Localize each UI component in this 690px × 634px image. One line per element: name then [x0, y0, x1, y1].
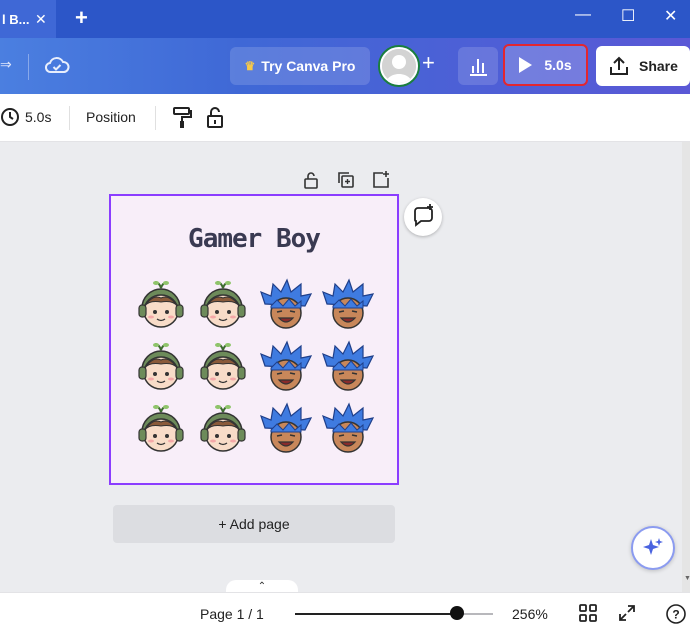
upload-icon: [610, 56, 628, 75]
share-button[interactable]: Share: [596, 46, 690, 86]
add-comment-button[interactable]: [404, 198, 442, 236]
magic-assistant-button[interactable]: [631, 526, 675, 570]
page-lock-icon[interactable]: [301, 170, 321, 195]
help-glyph: ?: [672, 608, 679, 622]
try-canva-pro-button[interactable]: ♛ Try Canva Pro: [230, 47, 370, 85]
add-page-icon[interactable]: [371, 170, 391, 195]
minimize-button[interactable]: —: [575, 6, 591, 24]
green-sprout-boy-crying-sticker[interactable]: [195, 340, 251, 396]
green-sprout-boy-bow-sticker[interactable]: [195, 402, 251, 458]
avatar[interactable]: [380, 47, 418, 85]
blue-hair-boy-purple-hat-sticker[interactable]: [257, 278, 313, 334]
play-preview-button[interactable]: 5.0s: [503, 44, 588, 86]
green-sprout-boy-heart-eyes-sticker[interactable]: [133, 340, 189, 396]
green-sprout-boy-surprised-sticker[interactable]: [133, 402, 189, 458]
zoom-slider-fill: [295, 613, 458, 615]
blue-hair-boy-hearts-sticker[interactable]: [257, 402, 313, 458]
fullscreen-icon[interactable]: [617, 603, 637, 628]
play-duration-label: 5.0s: [544, 57, 572, 73]
tab-close-icon[interactable]: ✕: [35, 11, 47, 28]
zoom-slider-thumb[interactable]: [450, 606, 465, 620]
blue-hair-boy-sparkle-sticker[interactable]: [257, 340, 313, 396]
browser-title-bar: l B... ✕ + — ☐ ✕: [0, 0, 690, 38]
context-divider: [155, 106, 156, 130]
add-page-button[interactable]: + Add page: [113, 505, 395, 543]
redo-arrow-icon[interactable]: ⇒: [0, 56, 12, 73]
tab-title: l B...: [2, 11, 30, 27]
collapse-notes-button[interactable]: ⌃: [226, 580, 298, 592]
insights-button[interactable]: [458, 47, 498, 85]
blue-hair-boy-grinning-sticker[interactable]: [319, 402, 375, 458]
context-toolbar: 5.0s Position: [0, 94, 690, 142]
zoom-value[interactable]: 256%: [512, 606, 548, 622]
sticker-grid: [133, 278, 381, 464]
design-title[interactable]: Gamer Boy: [111, 224, 397, 254]
help-icon[interactable]: ?: [665, 603, 687, 630]
maximize-button[interactable]: ☐: [621, 6, 635, 26]
bar-chart-icon: [470, 59, 487, 76]
editor-toolbar: ⇒ ♛ Try Canva Pro + 5.0s Share: [0, 38, 690, 94]
blue-hair-boy-laughing-sticker[interactable]: [319, 340, 375, 396]
new-tab-button[interactable]: +: [75, 5, 88, 31]
paint-roller-icon[interactable]: [172, 106, 192, 133]
toolbar-divider: [28, 54, 29, 80]
clock-icon[interactable]: [0, 107, 20, 130]
comment-icon: [414, 204, 433, 227]
green-sprout-boy-smiling-sticker[interactable]: [195, 278, 251, 334]
context-divider: [69, 106, 70, 130]
cloud-saved-icon[interactable]: [44, 54, 70, 81]
page-counter[interactable]: Page 1 / 1: [200, 606, 264, 622]
blue-hair-boy-shouting-sticker[interactable]: [319, 278, 375, 334]
design-page[interactable]: Gamer Boy: [109, 194, 399, 485]
duration-value[interactable]: 5.0s: [25, 109, 51, 125]
bottom-bar: Page 1 / 1 256% ?: [0, 592, 690, 634]
browser-tab[interactable]: l B... ✕: [0, 0, 56, 38]
crown-icon: ♛: [244, 59, 256, 73]
try-pro-label: Try Canva Pro: [261, 58, 356, 74]
lock-icon[interactable]: [205, 106, 225, 133]
play-icon: [519, 57, 533, 73]
duplicate-page-icon[interactable]: [336, 170, 356, 195]
scroll-down-icon[interactable]: ▼: [684, 575, 690, 582]
share-label: Share: [639, 58, 678, 74]
position-button[interactable]: Position: [86, 109, 136, 125]
grid-view-icon[interactable]: [578, 603, 598, 628]
add-people-button[interactable]: +: [422, 50, 435, 76]
green-sprout-boy-headphones-sticker[interactable]: [133, 278, 189, 334]
vertical-scrollbar[interactable]: [682, 142, 690, 592]
sparkle-icon: [643, 538, 663, 555]
close-window-button[interactable]: ✕: [664, 6, 677, 26]
